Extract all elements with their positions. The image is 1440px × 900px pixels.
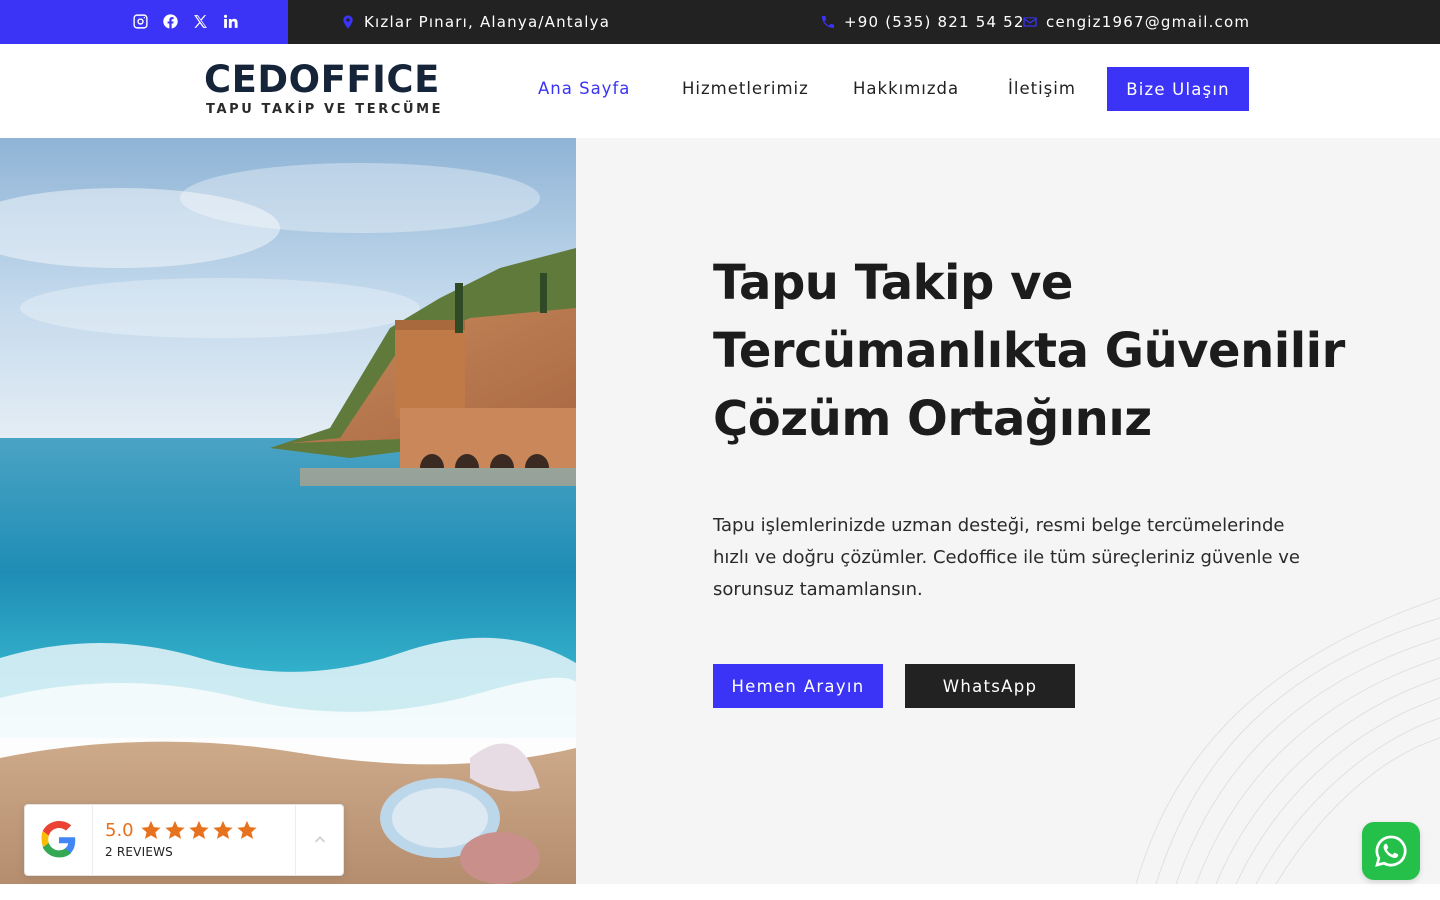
email-info[interactable]: cengiz1967@gmail.com	[1022, 0, 1250, 44]
nav-contact[interactable]: İletişim	[1008, 68, 1076, 110]
address-info: Kızlar Pınarı, Alanya/Antalya	[340, 0, 610, 44]
reviews-summary: 5.0 2 REVIEWS	[93, 805, 296, 875]
review-score: 5.0	[105, 819, 134, 841]
hero-image	[0, 138, 576, 884]
site-logo[interactable]: CEDOFFICE TAPU TAKİP VE TERCÜME	[204, 58, 444, 118]
address-text: Kızlar Pınarı, Alanya/Antalya	[364, 13, 611, 31]
whatsapp-button[interactable]: WhatsApp	[905, 664, 1075, 708]
phone-text[interactable]: +90 (535) 821 54 52	[844, 13, 1025, 31]
expand-reviews-toggle[interactable]	[296, 805, 343, 875]
envelope-icon	[1023, 17, 1037, 27]
instagram-icon[interactable]	[131, 10, 149, 32]
contact-us-button[interactable]: Bize Ulaşın	[1107, 67, 1249, 111]
star-icon	[141, 820, 161, 839]
hero-title: Tapu Takip ve Tercümanlıkta Güvenilir Çö…	[713, 255, 1345, 447]
call-now-button[interactable]: Hemen Arayın	[713, 664, 883, 708]
whatsapp-float-button[interactable]	[1362, 822, 1420, 880]
nav-about[interactable]: Hakkımızda	[853, 68, 959, 110]
star-icon	[165, 820, 185, 839]
top-bar: Kızlar Pınarı, Alanya/Antalya +90 (535) …	[0, 0, 1440, 44]
hero-section: Tapu Takip ve Tercümanlıkta Güvenilir Çö…	[0, 138, 1440, 884]
chevron-up-icon	[314, 836, 325, 843]
whatsapp-icon	[1375, 835, 1407, 867]
hero-description: Tapu işlemlerinizde uzman desteği, resmi…	[713, 515, 1300, 600]
facebook-icon[interactable]	[161, 10, 179, 32]
phone-icon	[822, 16, 834, 28]
logo-subtitle: TAPU TAKİP VE TERCÜME	[206, 102, 444, 117]
google-reviews-badge[interactable]: 5.0 2 REVIEWS	[24, 804, 344, 876]
site-header: CEDOFFICE TAPU TAKİP VE TERCÜME Ana Sayf…	[0, 44, 1440, 138]
star-icon	[237, 820, 257, 839]
star-rating	[140, 819, 258, 841]
nav-home[interactable]: Ana Sayfa	[538, 68, 630, 110]
phone-info[interactable]: +90 (535) 821 54 52	[820, 0, 1025, 44]
social-links-block	[0, 0, 288, 44]
social-icons	[131, 10, 239, 32]
star-icon	[213, 820, 233, 839]
logo-title: CEDOFFICE	[204, 58, 440, 101]
google-logo-icon	[25, 805, 93, 875]
star-icon	[189, 820, 209, 839]
nav-services[interactable]: Hizmetlerimiz	[682, 68, 809, 110]
x-twitter-icon[interactable]	[191, 10, 209, 32]
email-text[interactable]: cengiz1967@gmail.com	[1046, 13, 1250, 31]
location-pin-icon	[343, 15, 353, 29]
linkedin-icon[interactable]	[221, 10, 239, 32]
review-count: 2 REVIEWS	[105, 845, 173, 859]
